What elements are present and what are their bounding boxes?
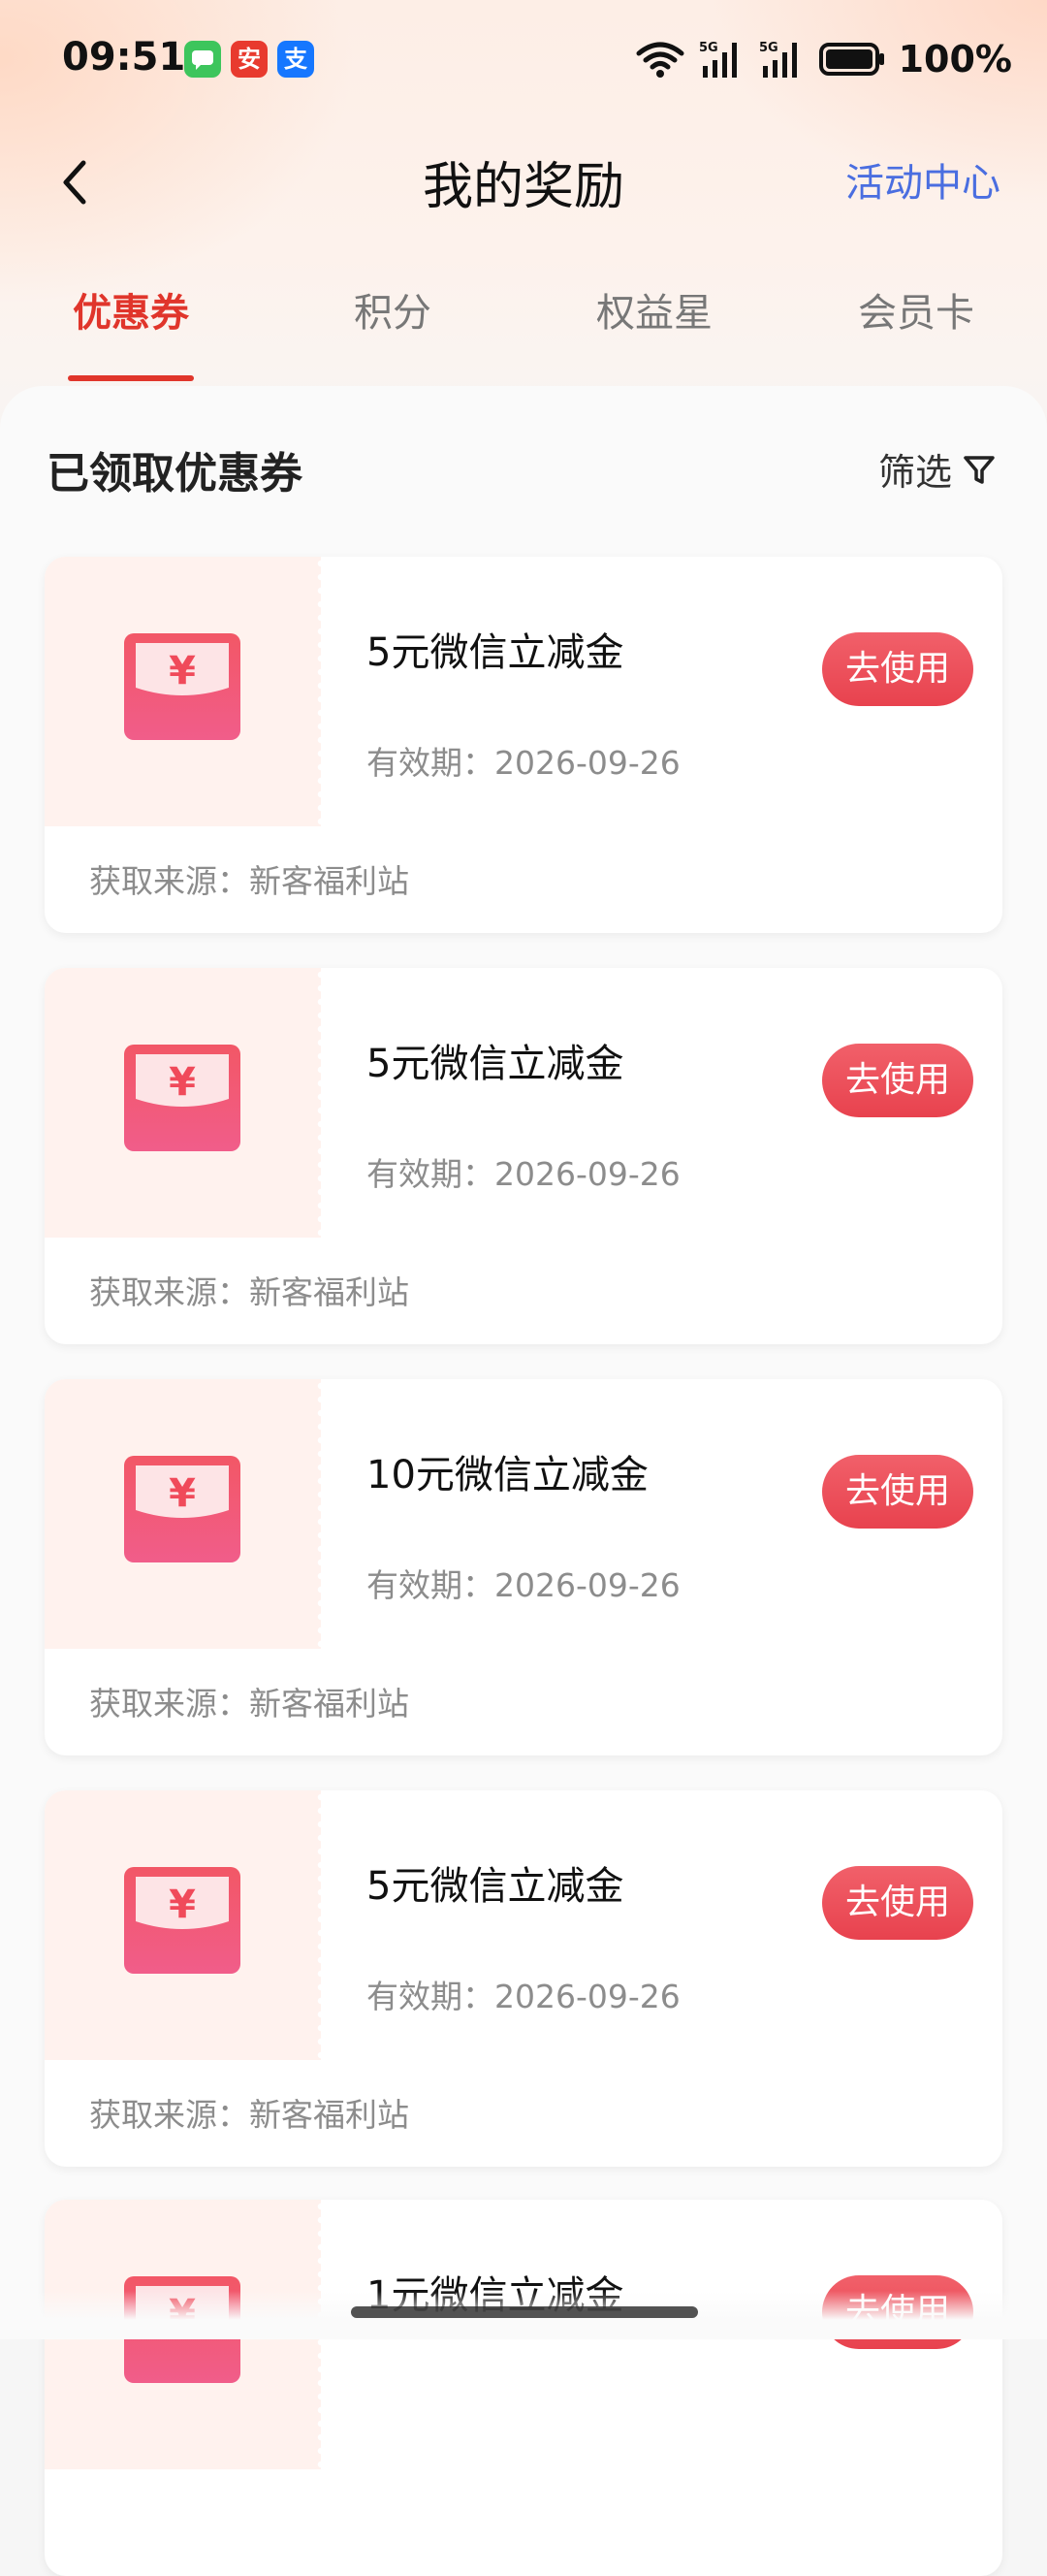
tab-coupons[interactable]: 优惠券 [34, 281, 228, 338]
svg-text:¥: ¥ [169, 1471, 196, 1516]
coupon-card: ¥ 1元微信立减金 去使用 [45, 2200, 1002, 2576]
messages-icon [184, 41, 221, 78]
coupon-validity: 有效期：2026-09-26 [366, 1978, 681, 2015]
active-tab-indicator [68, 375, 194, 381]
alipay-icon: 支 [277, 41, 314, 78]
red-envelope-icon: ¥ [124, 1456, 240, 1562]
tab-bar: 优惠券 积分 权益星 会员卡 [0, 281, 1047, 388]
use-coupon-button[interactable]: 去使用 [822, 1044, 973, 1117]
coupon-icon-area: ¥ [45, 1790, 326, 2060]
use-coupon-button[interactable]: 去使用 [822, 1866, 973, 1940]
coupon-name: 10元微信立减金 [366, 1453, 649, 1497]
coupon-validity: 有效期：2026-09-26 [366, 1566, 681, 1604]
coupon-name: 5元微信立减金 [366, 1864, 624, 1909]
coupon-icon-area: ¥ [45, 968, 326, 1238]
svg-text:¥: ¥ [169, 1060, 196, 1105]
red-envelope-icon: ¥ [124, 633, 240, 740]
wifi-icon [636, 42, 684, 78]
coupon-card: ¥ 5元微信立减金 有效期：2026-09-26 去使用 获取来源：新客福利站 [45, 1790, 1002, 2167]
use-coupon-button[interactable]: 去使用 [822, 1455, 973, 1529]
tab-points[interactable]: 积分 [296, 281, 490, 338]
signal-5g-icon: 5G [699, 41, 737, 78]
coupon-source: 获取来源：新客福利站 [89, 1685, 409, 1723]
coupon-card: ¥ 10元微信立减金 有效期：2026-09-26 去使用 获取来源：新客福利站 [45, 1379, 1002, 1755]
battery-icon [818, 43, 884, 76]
svg-text:¥: ¥ [169, 649, 196, 693]
svg-text:¥: ¥ [169, 1883, 196, 1927]
use-coupon-button[interactable]: 去使用 [822, 632, 973, 706]
taobao-icon: 安 [231, 41, 268, 78]
coupon-name: 5元微信立减金 [366, 630, 624, 675]
svg-text:5G: 5G [759, 41, 778, 55]
tab-membership-card[interactable]: 会员卡 [819, 281, 1013, 338]
battery-percent: 100% [898, 38, 1012, 80]
filter-button[interactable]: 筛选 [878, 442, 997, 496]
activity-center-link[interactable]: 活动中心 [845, 151, 1000, 208]
coupon-card: ¥ 5元微信立减金 有效期：2026-09-26 去使用 获取来源：新客福利站 [45, 557, 1002, 933]
section-title: 已领取优惠券 [47, 449, 302, 499]
filter-label: 筛选 [877, 451, 952, 494]
coupon-card: ¥ 5元微信立减金 有效期：2026-09-26 去使用 获取来源：新客福利站 [45, 968, 1002, 1344]
coupon-validity: 有效期：2026-09-26 [366, 744, 681, 782]
coupon-icon-area: ¥ [45, 1379, 326, 1649]
filter-funnel-icon [964, 455, 995, 484]
red-envelope-icon: ¥ [124, 1045, 240, 1151]
signal-5g-icon-2: 5G [759, 41, 797, 78]
status-right: 5G 5G 100% [635, 37, 1012, 81]
status-bar: 09:51 安 支 5G 5G 100% [0, 0, 1047, 121]
home-indicator[interactable] [351, 2306, 698, 2318]
status-time: 09:51 [62, 35, 186, 80]
red-envelope-icon: ¥ [124, 1867, 240, 1974]
coupon-icon-area: ¥ [45, 557, 326, 826]
coupon-source: 获取来源：新客福利站 [89, 862, 409, 900]
svg-text:5G: 5G [699, 41, 718, 55]
coupon-name: 5元微信立减金 [366, 1042, 624, 1086]
tab-benefit-stars[interactable]: 权益星 [557, 281, 751, 338]
coupon-validity: 有效期：2026-09-26 [366, 1155, 681, 1193]
coupon-source: 获取来源：新客福利站 [89, 2096, 409, 2134]
coupon-source: 获取来源：新客福利站 [89, 1273, 409, 1311]
